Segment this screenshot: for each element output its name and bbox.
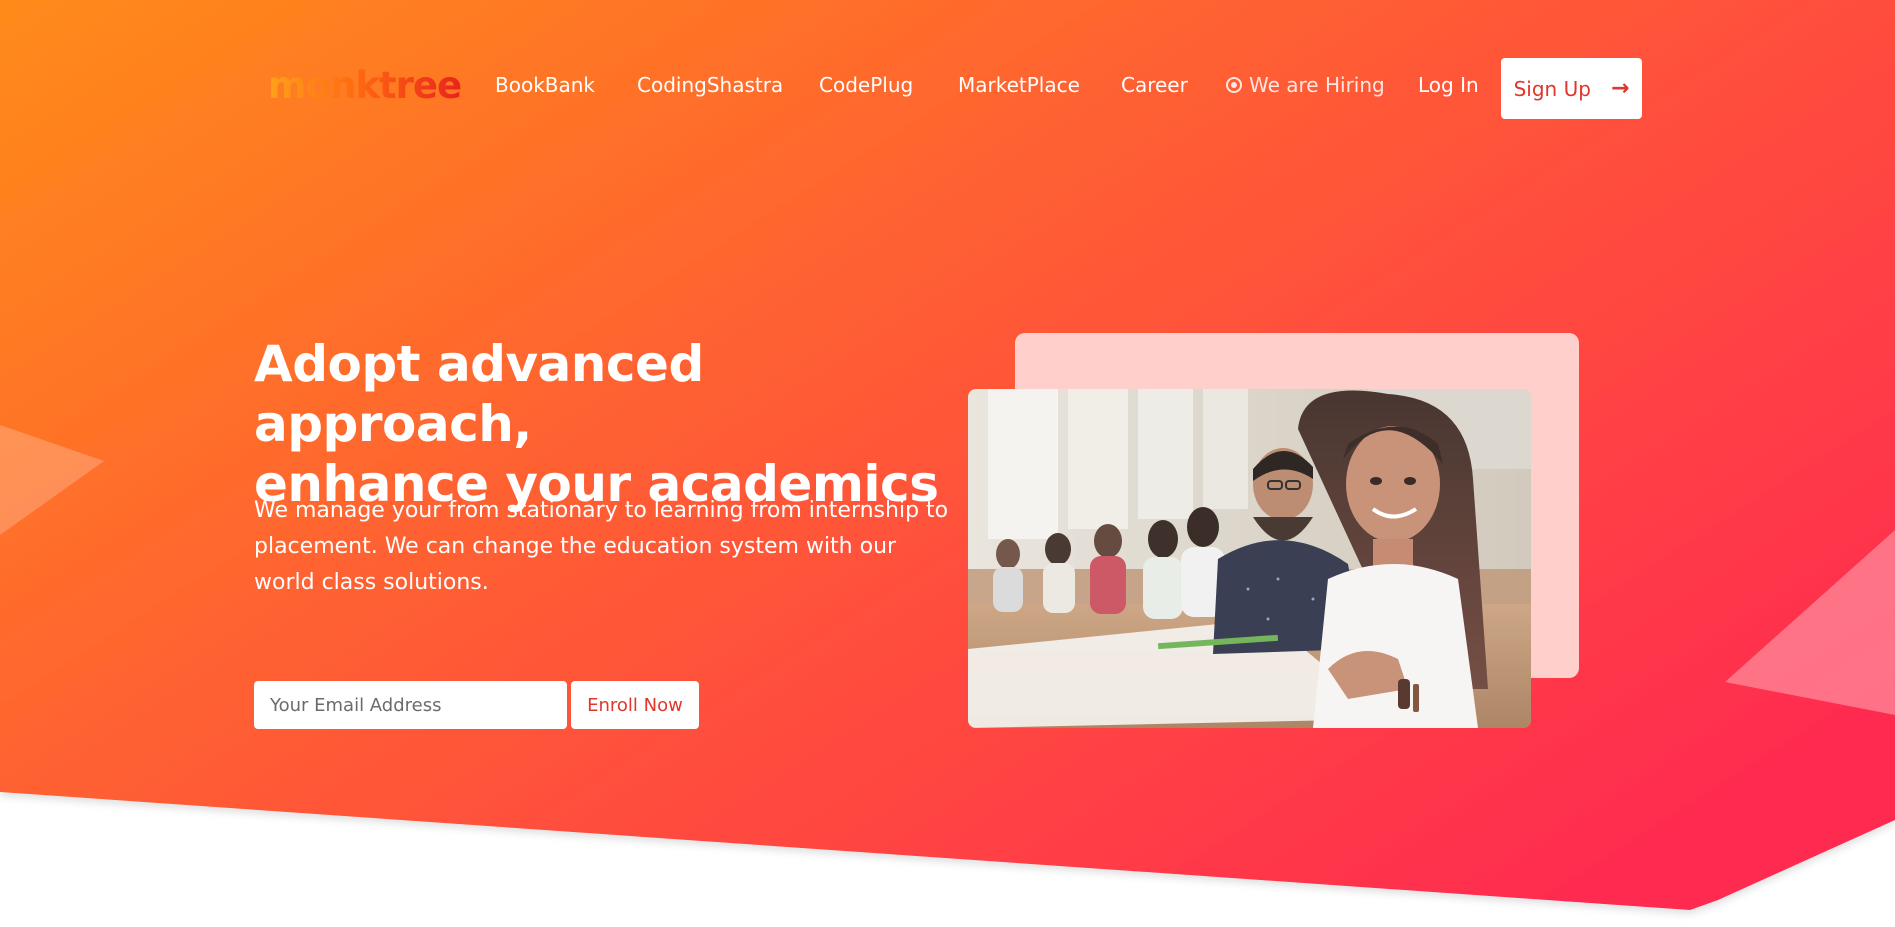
nav-item-career[interactable]: Career	[1121, 70, 1188, 100]
hero-headline-line-1: Adopt advanced approach,	[254, 335, 704, 453]
we-are-hiring-link[interactable]: We are Hiring	[1226, 70, 1385, 100]
sign-up-button[interactable]: Sign Up →	[1501, 58, 1642, 119]
students-photo-illustration	[968, 389, 1531, 728]
login-link[interactable]: Log In	[1418, 70, 1479, 100]
email-address-input[interactable]	[254, 681, 567, 729]
monktree-logo[interactable]: monktree	[268, 64, 462, 108]
enroll-now-button[interactable]: Enroll Now	[571, 681, 699, 729]
we-are-hiring-label: We are Hiring	[1249, 73, 1385, 97]
hero-description: We manage your from stationary to learni…	[254, 498, 949, 595]
nav-item-bookbank[interactable]: BookBank	[495, 70, 595, 100]
arrow-right-icon: →	[1610, 76, 1630, 101]
radio-dot-icon	[1226, 77, 1242, 93]
hero-headline: Adopt advanced approach, enhance your ac…	[254, 334, 974, 514]
top-navigation: monktree BookBank CodingShastra CodePlug…	[0, 0, 1895, 180]
nav-item-marketplace[interactable]: MarketPlace	[958, 70, 1080, 100]
nav-item-codingshastra[interactable]: CodingShastra	[637, 70, 783, 100]
students-classroom-photo	[968, 389, 1531, 728]
sign-up-label: Sign Up	[1513, 76, 1591, 101]
nav-item-codeplug[interactable]: CodePlug	[819, 70, 913, 100]
